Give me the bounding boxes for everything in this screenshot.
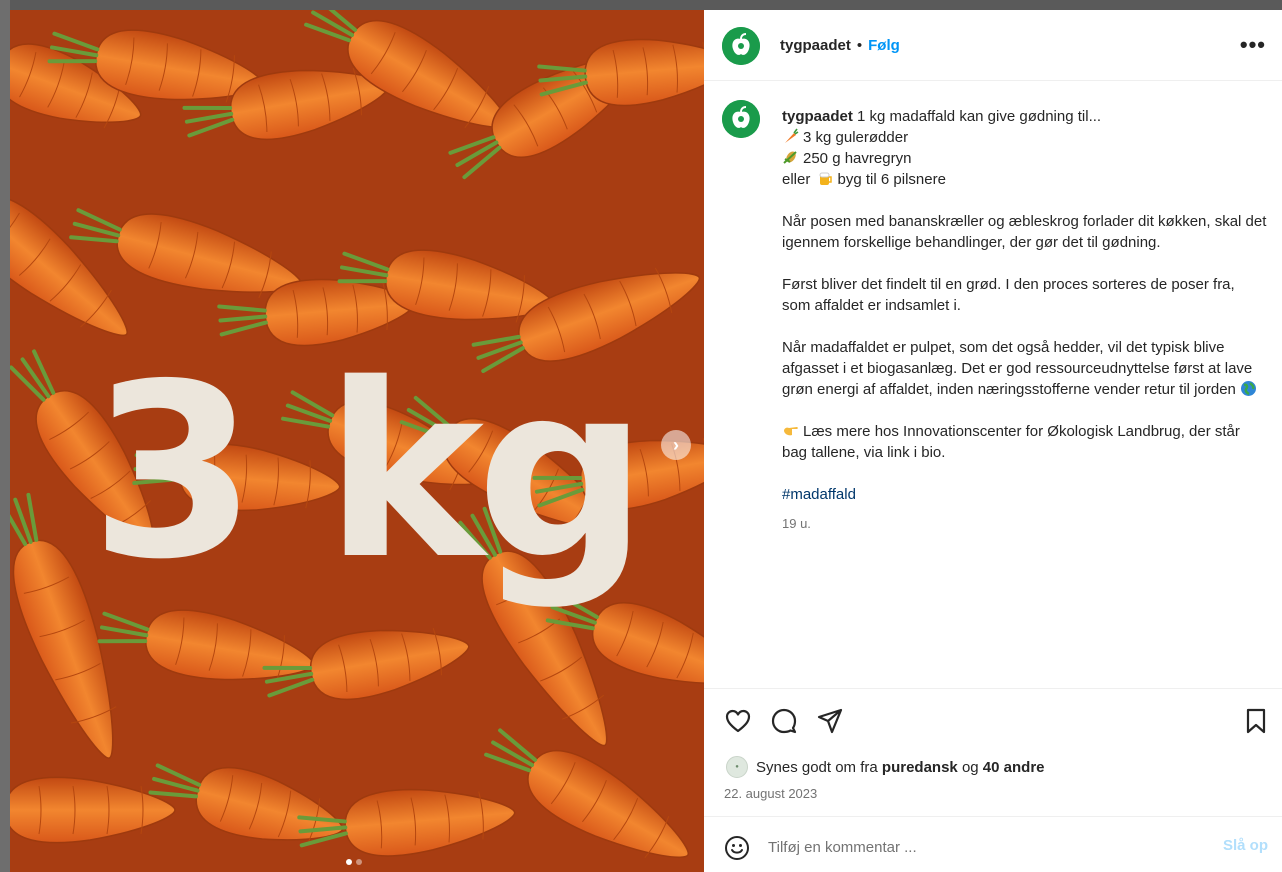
post-sidebar: tygpaadet • Følg ••• tygpaadet 1 kg mada… bbox=[704, 10, 1282, 872]
caption-intro: 1 kg madaffald kan give gødning til... bbox=[857, 108, 1102, 125]
carousel-dot bbox=[346, 859, 352, 865]
beer-emoji-icon bbox=[819, 172, 832, 185]
apple-logo-icon bbox=[722, 27, 760, 65]
smiley-icon[interactable] bbox=[724, 835, 750, 861]
instagram-post-dialog: 3 kg › tygpaadet • Følg ••• tygpaadet 1 … bbox=[0, 0, 1282, 872]
caption-item-barley-prefix: eller bbox=[782, 171, 811, 188]
caption-paragraph-2: Først bliver det findelt til en grød. I … bbox=[782, 276, 1235, 314]
post-image[interactable]: 3 kg › bbox=[10, 10, 704, 872]
carousel-indicator bbox=[346, 859, 362, 865]
likes-summary: ● Synes godt om fra puredansk og 40 andr… bbox=[726, 756, 1045, 778]
image-overlay-text: 3 kg bbox=[90, 332, 648, 612]
more-options-button[interactable]: ••• bbox=[1240, 32, 1266, 58]
send-icon[interactable] bbox=[816, 707, 844, 735]
comment-bar: Slå op bbox=[704, 816, 1282, 872]
liker-avatar[interactable]: ● bbox=[726, 756, 748, 778]
caption-paragraph-1: Når posen med bananskræller og æbleskrog… bbox=[782, 213, 1267, 251]
bookmark-icon[interactable] bbox=[1242, 707, 1270, 735]
likes-joiner: og bbox=[961, 758, 979, 776]
next-image-button[interactable]: › bbox=[661, 430, 691, 460]
separator-dot: • bbox=[856, 37, 863, 54]
likes-prefix: Synes godt om fra bbox=[756, 758, 878, 776]
comment-icon[interactable] bbox=[770, 707, 798, 735]
caption-item-carrots: 3 kg gulerødder bbox=[803, 129, 909, 146]
profile-avatar[interactable] bbox=[722, 27, 760, 65]
apple-logo-icon bbox=[722, 100, 760, 138]
caption-item-barley: byg til 6 pilsnere bbox=[837, 171, 946, 188]
post-header: tygpaadet • Følg ••• bbox=[704, 10, 1282, 81]
follow-button[interactable]: Følg bbox=[868, 37, 900, 54]
globe-emoji-icon bbox=[1241, 381, 1257, 396]
carousel-dot bbox=[356, 859, 362, 865]
backdrop-top bbox=[0, 0, 1282, 10]
backdrop-left bbox=[0, 0, 10, 872]
heart-icon[interactable] bbox=[724, 707, 752, 735]
caption-paragraph-4: Læs mere hos Innovationscenter for Økolo… bbox=[782, 423, 1240, 461]
pointing-hand-emoji-icon bbox=[784, 427, 798, 436]
caption-text: tygpaadet 1 kg madaffald kan give gødnin… bbox=[782, 106, 1267, 534]
post-comment-button[interactable]: Slå op bbox=[1223, 837, 1268, 854]
caption-paragraph-3: Når madaffaldet er pulpet, som det også … bbox=[782, 339, 1253, 398]
likes-others-link[interactable]: 40 andre bbox=[983, 759, 1045, 776]
caption-item-oats: 250 g havregryn bbox=[803, 150, 912, 167]
caption-username[interactable]: tygpaadet bbox=[782, 108, 853, 125]
caption-avatar[interactable] bbox=[722, 100, 760, 138]
post-date[interactable]: 22. august 2023 bbox=[724, 786, 817, 801]
grain-emoji-icon bbox=[783, 151, 797, 164]
caption-section: tygpaadet 1 kg madaffald kan give gødnin… bbox=[704, 82, 1282, 687]
comment-input[interactable] bbox=[768, 835, 1188, 859]
header-username[interactable]: tygpaadet bbox=[780, 37, 851, 54]
header-account: tygpaadet • Følg bbox=[780, 37, 900, 54]
liker-username[interactable]: puredansk bbox=[882, 759, 958, 776]
hashtag-link[interactable]: #madaffald bbox=[782, 486, 856, 503]
carrot-emoji-icon bbox=[785, 128, 799, 143]
caption-age: 19 u. bbox=[782, 516, 811, 531]
action-bar bbox=[704, 688, 1282, 748]
